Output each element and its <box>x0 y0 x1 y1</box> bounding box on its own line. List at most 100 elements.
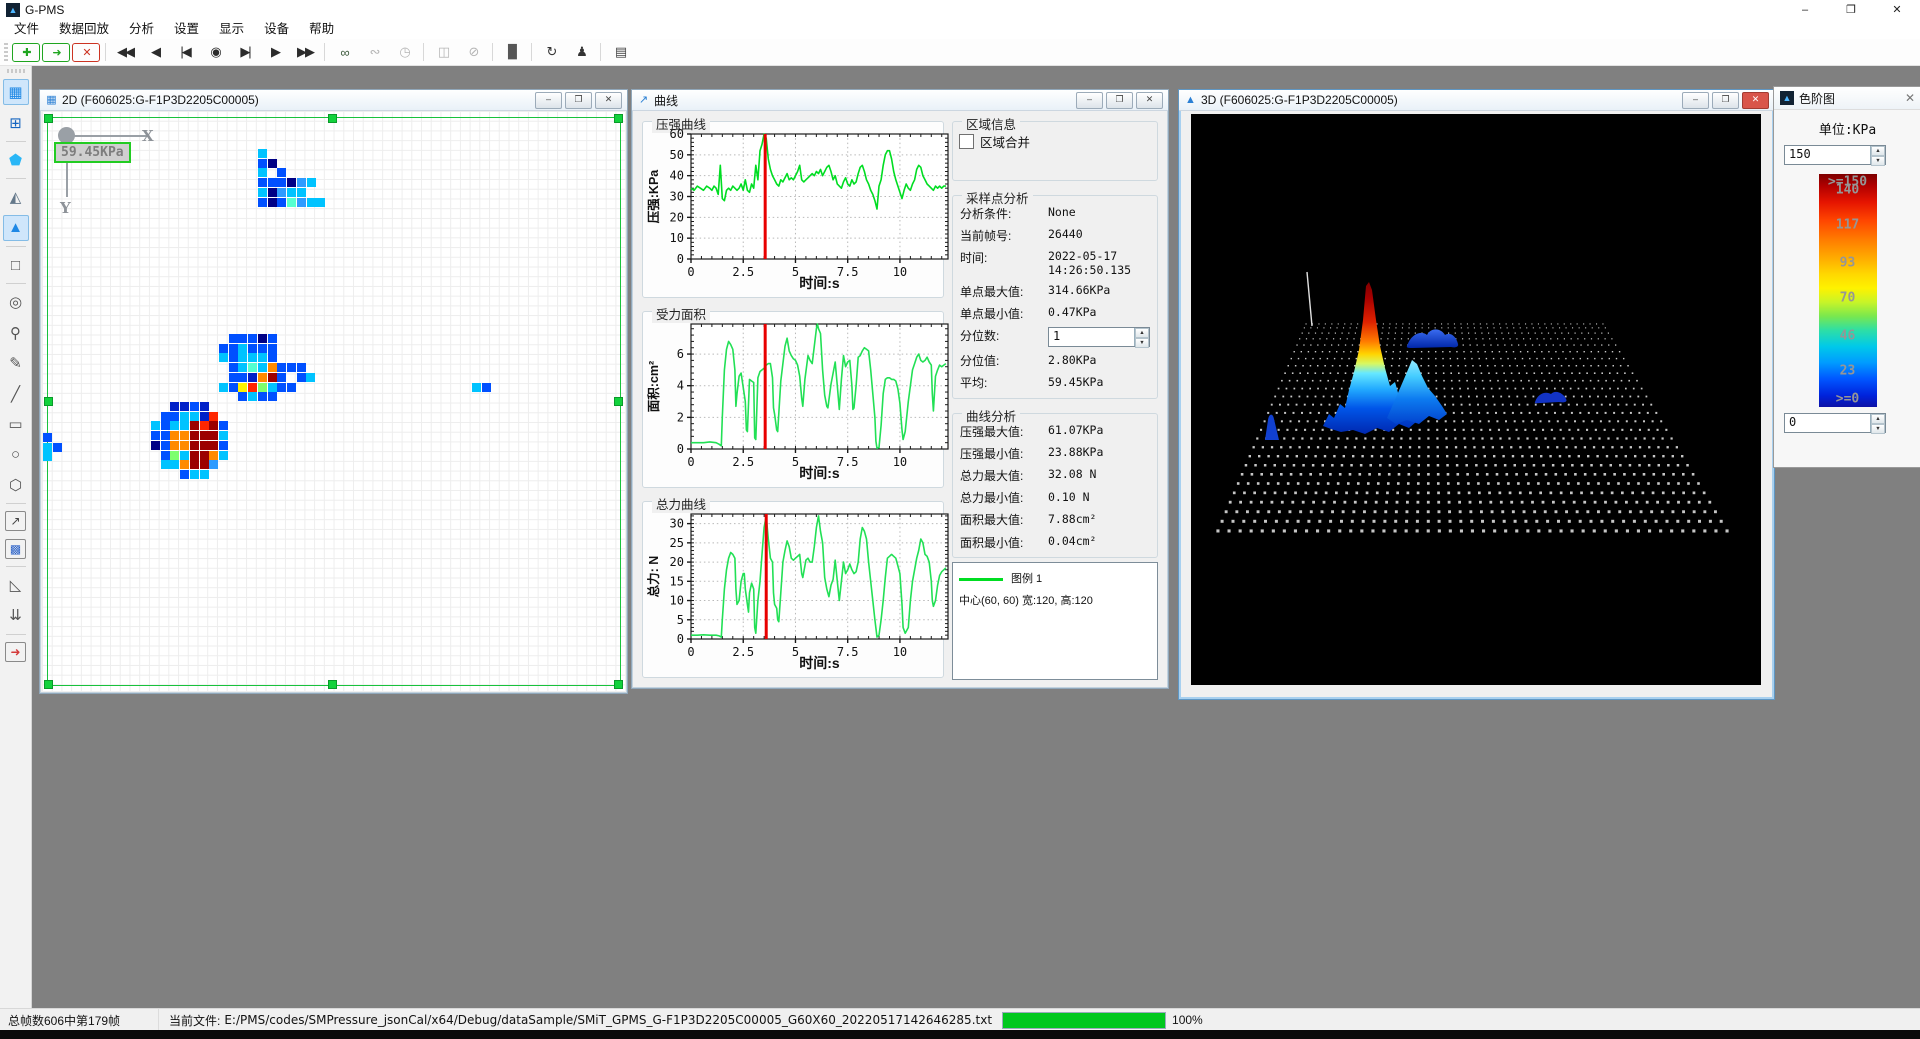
region-shape-button[interactable]: ⬟ <box>3 147 29 173</box>
window-curves-titlebar[interactable]: ↗ 曲线 – ❐ ✕ <box>632 90 1168 111</box>
force-curve-chart[interactable]: 05101520253002.557.510时间:s总力: N <box>645 506 957 674</box>
map-cell <box>170 441 179 450</box>
window-2d-minimize-button[interactable]: – <box>535 92 562 109</box>
unlink-button[interactable]: ∾ <box>360 40 388 64</box>
selection-handle[interactable] <box>44 680 53 689</box>
draw-rect-button[interactable]: ▭ <box>3 411 29 437</box>
user-button[interactable]: ♟ <box>567 40 595 64</box>
close-button[interactable]: ✕ <box>1874 0 1920 20</box>
min-value-spinner[interactable]: ▲▼ <box>1870 414 1885 432</box>
quantile-value[interactable]: 1 <box>1049 328 1134 346</box>
menu-item-5[interactable]: 设备 <box>254 20 299 39</box>
max-value-spinner[interactable]: ▲▼ <box>1870 146 1885 164</box>
max-value-spinbox[interactable]: 150 ▲▼ <box>1784 145 1886 165</box>
timer-button[interactable]: ◷ <box>390 40 418 64</box>
toolbar-separator <box>492 43 493 61</box>
delete-button[interactable]: ✕ <box>72 43 100 62</box>
svg-text:7.5: 7.5 <box>837 455 859 469</box>
pixel-grid-button[interactable]: ▩ <box>5 539 26 559</box>
sample-rows: 分析条件:None当前帧号:26440时间:2022-05-17 14:26:5… <box>955 202 1155 324</box>
window-2d-titlebar[interactable]: ▦ 2D (F606025:G-F1P3D2205C00005) – ❐ ✕ <box>40 90 627 111</box>
new-button[interactable]: ✚ <box>12 43 40 62</box>
window-curves-restore-button[interactable]: ❐ <box>1106 92 1133 109</box>
session-folder-button[interactable]: ▤ <box>606 40 634 64</box>
crop-region-button[interactable]: □ <box>3 252 29 278</box>
spin-down-icon[interactable]: ▼ <box>1871 424 1885 434</box>
color-scale-titlebar[interactable]: ▲ 色阶图 ✕ <box>1774 87 1920 110</box>
trend-chart-button[interactable]: ↗ <box>5 511 26 531</box>
view-3d-button[interactable]: ▲ <box>3 215 29 241</box>
map-cell <box>268 344 277 353</box>
spin-down-icon[interactable]: ▼ <box>1135 338 1149 348</box>
angle-analysis-button[interactable]: ◺ <box>3 572 29 598</box>
link-button[interactable]: ∞ <box>330 40 358 64</box>
color-scale-close-button[interactable]: ✕ <box>1905 91 1915 105</box>
video-off-button[interactable]: ⊘ <box>459 40 487 64</box>
spin-down-icon[interactable]: ▼ <box>1871 156 1885 166</box>
maximize-button[interactable]: ❐ <box>1828 0 1874 20</box>
window-3d-minimize-button[interactable]: – <box>1682 92 1709 109</box>
matrix-view-button[interactable]: ⊞ <box>3 110 29 136</box>
menu-item-2[interactable]: 分析 <box>119 20 164 39</box>
selection-handle[interactable] <box>614 680 623 689</box>
export-button[interactable]: ➜ <box>42 43 70 62</box>
spin-up-icon[interactable]: ▲ <box>1135 328 1149 338</box>
window-3d-titlebar[interactable]: ▲ 3D (F606025:G-F1P3D2205C00005) – ❐ ✕ <box>1179 90 1774 111</box>
draw-hexagon-button[interactable]: ⬡ <box>3 472 29 498</box>
stop-record-button[interactable]: ◉ <box>201 40 229 64</box>
menu-item-3[interactable]: 设置 <box>164 20 209 39</box>
frame-counter: 总帧数606中第179帧 <box>0 1012 158 1029</box>
draw-freehand-button[interactable]: ✎ <box>3 350 29 376</box>
min-value[interactable]: 0 <box>1785 414 1870 432</box>
map-cell <box>170 460 179 469</box>
window-3d-restore-button[interactable]: ❐ <box>1712 92 1739 109</box>
window-curves-minimize-button[interactable]: – <box>1076 92 1103 109</box>
selection-handle[interactable] <box>614 114 623 123</box>
pressure-curve-chart[interactable]: 010203040506002.557.510时间:s压强:KPa <box>645 126 957 294</box>
menu-item-1[interactable]: 数据回放 <box>49 20 119 39</box>
map-cell <box>170 402 179 411</box>
menu-item-6[interactable]: 帮助 <box>299 20 344 39</box>
min-value-spinbox[interactable]: 0 ▲▼ <box>1784 413 1886 433</box>
rewind-button[interactable]: ◀◀ <box>111 40 139 64</box>
video-record-button[interactable]: ◫ <box>429 40 457 64</box>
skip-end-button[interactable]: ▶| <box>231 40 259 64</box>
surface-3d-view[interactable] <box>1191 114 1761 685</box>
draw-circle-button[interactable]: ○ <box>3 441 29 467</box>
view-3d-wireframe-button[interactable]: ◭ <box>3 184 29 210</box>
selection-handle[interactable] <box>44 397 53 406</box>
view-2d-button[interactable]: ▦ <box>3 79 29 105</box>
spin-up-icon[interactable]: ▲ <box>1871 414 1885 424</box>
pressure-map-2d[interactable]: X Y 59.45KPa <box>42 111 625 691</box>
path-marker-button[interactable]: ⚲ <box>3 320 29 346</box>
draw-line-button[interactable]: ╱ <box>3 381 29 407</box>
step-back-button[interactable]: ◀ <box>141 40 169 64</box>
baseline-button[interactable]: ⇊ <box>3 602 29 628</box>
play-button[interactable]: ▶ <box>261 40 289 64</box>
window-curves-close-button[interactable]: ✕ <box>1136 92 1163 109</box>
window-3d-close-button[interactable]: ✕ <box>1742 92 1769 109</box>
max-value[interactable]: 150 <box>1785 146 1870 164</box>
selection-handle[interactable] <box>328 114 337 123</box>
menu-item-0[interactable]: 文件 <box>4 20 49 39</box>
monitor-button[interactable]: ▉ <box>498 40 526 64</box>
fast-forward-button[interactable]: ▶▶ <box>291 40 319 64</box>
map-cell <box>200 431 209 440</box>
selection-rect[interactable] <box>47 117 621 686</box>
window-2d-close-button[interactable]: ✕ <box>595 92 622 109</box>
menu-item-4[interactable]: 显示 <box>209 20 254 39</box>
export-exit-button[interactable]: ➜ <box>5 642 26 662</box>
quantile-spinbox[interactable]: 1 ▲▼ <box>1048 327 1150 347</box>
skip-start-button[interactable]: |◀ <box>171 40 199 64</box>
quantile-spinner[interactable]: ▲▼ <box>1134 328 1149 346</box>
window-2d-restore-button[interactable]: ❐ <box>565 92 592 109</box>
selection-handle[interactable] <box>328 680 337 689</box>
target-point-button[interactable]: ◎ <box>3 289 29 315</box>
spin-up-icon[interactable]: ▲ <box>1871 146 1885 156</box>
selection-handle[interactable] <box>44 114 53 123</box>
minimize-button[interactable]: – <box>1782 0 1828 20</box>
region-merge-checkbox[interactable] <box>959 134 974 149</box>
refresh-button[interactable]: ↻ <box>537 40 565 64</box>
area-curve-chart[interactable]: 024602.557.510时间:s面积:cm² <box>645 316 957 484</box>
selection-handle[interactable] <box>614 397 623 406</box>
